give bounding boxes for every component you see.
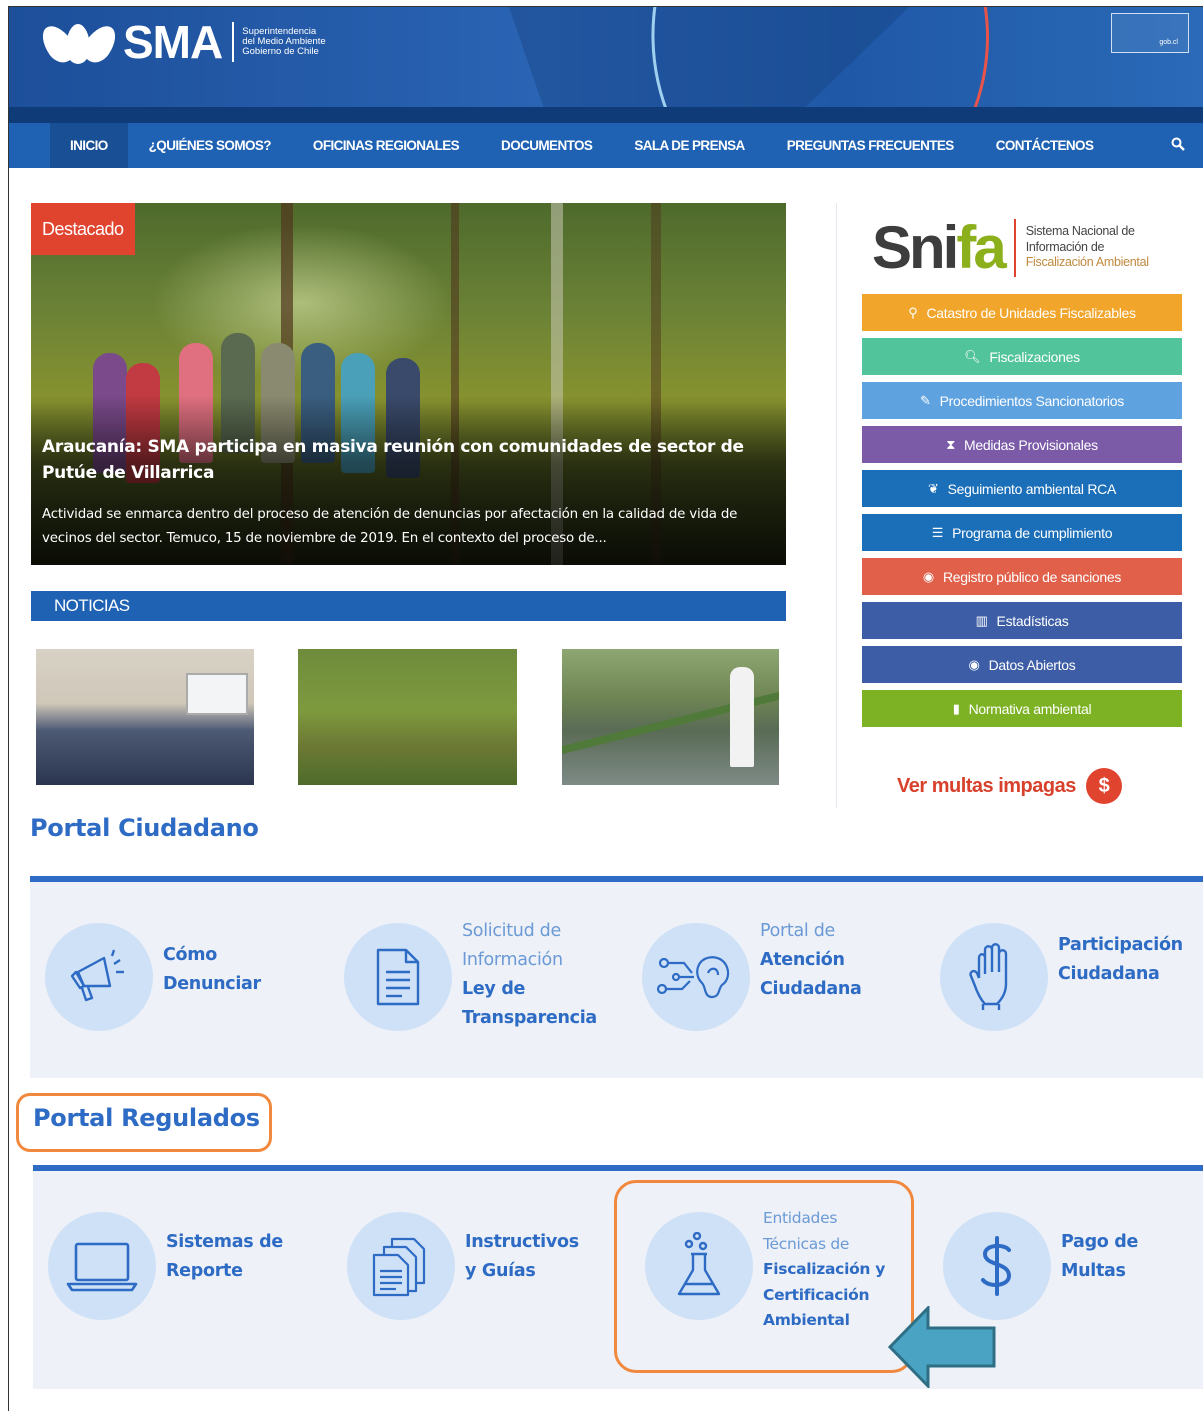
- chart-icon: ▥: [975, 612, 988, 628]
- snifa-button-label: Registro público de sanciones: [942, 568, 1122, 585]
- card-atencion-ciudadana[interactable]: Portal de Atención Ciudadana: [642, 921, 862, 1031]
- snifa-logo[interactable]: Snifa Sistema Nacional de Información de…: [872, 213, 1149, 282]
- nav-item-quienes-somos[interactable]: ¿QUIÉNES SOMOS?: [128, 123, 292, 168]
- highlight-box: [16, 1093, 272, 1152]
- nav-item-documentos[interactable]: DOCUMENTOS: [480, 123, 613, 168]
- nav-item-oficinas-regionales[interactable]: OFICINAS REGIONALES: [292, 123, 480, 168]
- snifa-button-label: Medidas Provisionales: [964, 436, 1098, 453]
- logo-divider: [232, 22, 235, 62]
- snifa-button[interactable]: ◉ Registro público de sanciones: [862, 558, 1182, 595]
- portal-ciudadano-title: Portal Ciudadano: [30, 814, 259, 842]
- gavel-icon: ✎: [920, 392, 931, 408]
- snifa-button[interactable]: ✎ Procedimientos Sancionatorios: [862, 382, 1182, 419]
- snifa-button-label: Programa de cumplimiento: [952, 524, 1113, 541]
- snifa-button-label: Catastro de Unidades Fiscalizables: [926, 304, 1136, 321]
- megaphone-icon: [45, 923, 153, 1031]
- laptop-icon: [48, 1212, 156, 1320]
- snifa-button[interactable]: ⧗ Medidas Provisionales: [862, 426, 1182, 463]
- header-band: [9, 107, 1203, 123]
- card-pago-de-multas[interactable]: Pago de Multas: [943, 1212, 1138, 1320]
- snifa-sidebar: Snifa Sistema Nacional de Información de…: [836, 203, 1203, 808]
- snifa-button[interactable]: ▮ Normativa ambiental: [862, 690, 1182, 727]
- card-ley-de-transparencia[interactable]: Solicitud de Información Ley de Transpar…: [344, 921, 597, 1033]
- search-icon[interactable]: [1171, 137, 1185, 155]
- snifa-button[interactable]: ▥ Estadísticas: [862, 602, 1182, 639]
- search-icon: 🔍︎: [964, 348, 981, 364]
- snifa-button-label: Normativa ambiental: [968, 700, 1092, 717]
- featured-badge: Destacado: [31, 203, 135, 255]
- snifa-button-label: Fiscalizaciones: [989, 348, 1080, 365]
- snifa-button[interactable]: ☰ Programa de cumplimiento: [862, 514, 1182, 551]
- news-thumbnail[interactable]: [562, 649, 779, 785]
- nav-item-contactenos[interactable]: CONTÁCTENOS: [975, 123, 1115, 168]
- documents-icon: [347, 1212, 455, 1320]
- dollar-icon: [943, 1212, 1051, 1320]
- logo-text: SMA: [123, 16, 223, 68]
- header-swoosh: [569, 7, 1189, 123]
- featured-title[interactable]: Araucanía: SMA participa en masiva reuni…: [42, 434, 772, 486]
- eye-icon: ◉: [922, 568, 934, 584]
- sma-logo[interactable]: SMA Superintendencia del Medio Ambiente …: [35, 15, 326, 69]
- unpaid-fines-link[interactable]: Ver multas impagas $: [897, 768, 1122, 804]
- snifa-button-label: Datos Abiertos: [988, 656, 1076, 673]
- news-heading: NOTICIAS: [31, 591, 786, 621]
- highlight-box: [614, 1180, 914, 1373]
- card-como-denunciar[interactable]: Cómo Denunciar: [45, 923, 261, 1031]
- dollar-coin-icon: $: [1085, 768, 1122, 804]
- snifa-button-label: Seguimiento ambiental RCA: [947, 480, 1117, 497]
- card-instructivos-y-guias[interactable]: Instructivos y Guías: [347, 1212, 579, 1320]
- list-icon: ☰: [931, 524, 944, 540]
- book-icon: ▮: [952, 700, 960, 716]
- featured-description: Actividad se enmarca dentro del proceso …: [42, 507, 738, 546]
- site-header: SMA Superintendencia del Medio Ambiente …: [9, 7, 1203, 123]
- pointer-arrow-icon: [887, 1304, 998, 1392]
- card-participacion-ciudadana[interactable]: Participación Ciudadana: [940, 923, 1183, 1031]
- logo-subtitle: Superintendencia del Medio Ambiente Gobi…: [242, 26, 326, 57]
- card-sistemas-de-reporte[interactable]: Sistemas de Reporte: [48, 1212, 283, 1320]
- map-pin-icon: ⚲: [908, 304, 918, 320]
- gob-cl-logo[interactable]: gob.cl: [1111, 13, 1189, 53]
- hourglass-icon: ⧗: [946, 436, 956, 452]
- snifa-button-label: Estadísticas: [996, 612, 1069, 629]
- leaf-icon: ❦: [928, 480, 939, 496]
- sma-leaf-icon: [35, 16, 123, 68]
- ear-icon: [642, 923, 750, 1031]
- snifa-button[interactable]: 🔍︎ Fiscalizaciones: [862, 338, 1182, 375]
- eye-icon: ◉: [968, 656, 980, 672]
- snifa-button[interactable]: ◉ Datos Abiertos: [862, 646, 1182, 683]
- news-thumbnail[interactable]: [298, 649, 517, 785]
- snifa-button[interactable]: ⚲ Catastro de Unidades Fiscalizables: [862, 294, 1182, 331]
- featured-news[interactable]: Destacado Araucanía: SMA participa en ma…: [31, 203, 786, 565]
- nav-item-preguntas-frecuentes[interactable]: PREGUNTAS FRECUENTES: [766, 123, 975, 168]
- raised-hand-icon: [940, 923, 1048, 1031]
- document-icon: [344, 923, 452, 1031]
- nav-item-inicio[interactable]: INICIO: [50, 123, 128, 168]
- snifa-button[interactable]: ❦ Seguimiento ambiental RCA: [862, 470, 1182, 507]
- nav-item-sala-de-prensa[interactable]: SALA DE PRENSA: [613, 123, 765, 168]
- snifa-button-label: Procedimientos Sancionatorios: [939, 392, 1125, 409]
- main-nav: INICIO ¿QUIÉNES SOMOS? OFICINAS REGIONAL…: [9, 123, 1203, 168]
- news-thumbnail[interactable]: [36, 649, 254, 785]
